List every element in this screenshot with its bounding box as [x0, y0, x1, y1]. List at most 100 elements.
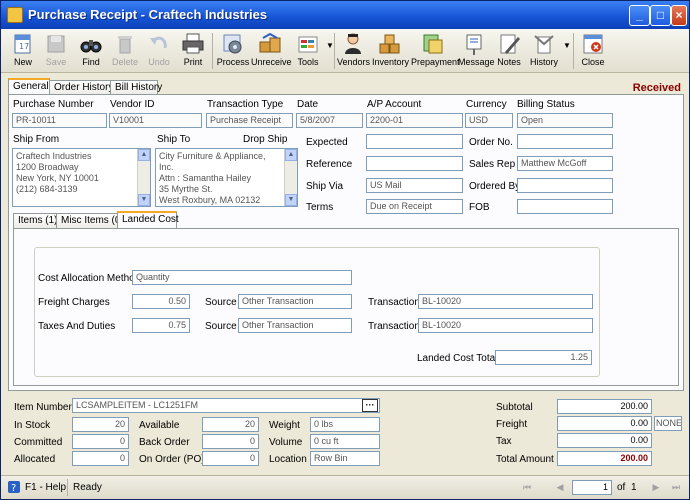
process-button[interactable]: Process	[216, 30, 250, 72]
ship-via-field[interactable]: US Mail	[366, 178, 463, 193]
scroll-down-icon[interactable]: ▼	[138, 194, 150, 206]
message-button[interactable]: Message	[458, 30, 495, 72]
ship-to-address[interactable]: City Furniture & Appliance, Inc. Attn : …	[155, 148, 298, 207]
tab-order-history[interactable]: Order History	[49, 80, 113, 95]
date-field[interactable]: 5/8/2007	[296, 113, 363, 128]
reference-field[interactable]	[366, 156, 463, 171]
help-hint[interactable]: F1 - Help	[25, 482, 66, 493]
save-button[interactable]: Save	[41, 30, 71, 72]
freight-charges-field[interactable]: 0.50	[132, 294, 190, 309]
ap-account-field[interactable]: 2200-01	[366, 113, 463, 128]
freight-transaction-field[interactable]: BL-10020	[418, 294, 593, 309]
notes-button[interactable]: Notes	[494, 30, 524, 72]
in-stock-field[interactable]: 20	[72, 417, 129, 432]
expected-field[interactable]	[366, 134, 463, 149]
tab-general[interactable]: General	[8, 78, 50, 95]
notes-pencil-icon	[500, 34, 520, 54]
total-amount-field[interactable]: 200.00	[557, 451, 652, 466]
ship-to-scrollbar[interactable]: ▲ ▼	[284, 149, 297, 206]
tab-items[interactable]: Items (1)	[13, 213, 57, 228]
ship-from-address[interactable]: Craftech Industries 1200 Broadway New Yo…	[12, 148, 151, 207]
item-number-field[interactable]: LCSAMPLEITEM - LC1251FM	[72, 398, 380, 413]
volume-field[interactable]: 0 cu ft	[310, 434, 380, 449]
scroll-down-icon[interactable]: ▼	[285, 194, 297, 206]
close-window-button[interactable]: ×	[671, 5, 687, 26]
vendors-label: Vendors	[337, 57, 371, 67]
taxes-duties-field[interactable]: 0.75	[132, 318, 190, 333]
svg-text:?: ?	[11, 483, 16, 494]
first-page-icon[interactable]: ⏮	[520, 480, 534, 494]
vendors-button[interactable]: Vendors	[337, 30, 371, 72]
tab-misc-items[interactable]: Misc Items (0)	[56, 213, 124, 228]
currency-field[interactable]: USD	[465, 113, 513, 128]
ship-via-label: Ship Via	[306, 181, 344, 192]
order-no-field[interactable]	[517, 134, 613, 149]
find-button[interactable]: Find	[76, 30, 106, 72]
title-bar[interactable]: Purchase Receipt - Craftech Industries _…	[1, 1, 689, 29]
taxes-duties-label: Taxes And Duties	[38, 321, 116, 332]
tab-bill-history[interactable]: Bill History	[110, 80, 162, 95]
transaction-type-field[interactable]: Purchase Receipt	[206, 113, 293, 128]
previous-page-icon[interactable]: ◀	[553, 480, 567, 494]
inventory-button[interactable]: Inventory	[372, 30, 409, 72]
print-button[interactable]: Print	[178, 30, 208, 72]
ordered-by-field[interactable]	[517, 178, 613, 193]
location-label: Location	[269, 454, 307, 465]
drop-ship-label[interactable]: Drop Ship	[243, 134, 287, 145]
undo-button[interactable]: Undo	[144, 30, 174, 72]
ship-from-scrollbar[interactable]: ▲ ▼	[137, 149, 150, 206]
gear-icon	[223, 34, 242, 54]
freight-source-field[interactable]: Other Transaction	[238, 294, 352, 309]
last-page-icon[interactable]: ⏭	[669, 480, 683, 494]
scroll-up-icon[interactable]: ▲	[285, 149, 297, 161]
purchase-number-label: Purchase Number	[13, 99, 94, 110]
billing-status-field[interactable]: Open	[517, 113, 613, 128]
ship-from-line: 1200 Broadway	[16, 162, 79, 172]
sales-rep-field[interactable]: Matthew McGoff	[517, 156, 613, 171]
maximize-button[interactable]: □	[650, 5, 671, 26]
tools-dropdown-arrow-icon[interactable]: ▼	[326, 41, 334, 50]
location-field[interactable]: Row Bin	[310, 451, 380, 466]
freight-tax-code-field[interactable]: NONE	[654, 416, 682, 431]
vendor-id-field[interactable]: V10001	[109, 113, 202, 128]
taxes-source-field[interactable]: Other Transaction	[238, 318, 352, 333]
allocated-field[interactable]: 0	[72, 451, 129, 466]
toolbar-separator	[334, 33, 335, 69]
back-order-field[interactable]: 0	[202, 434, 259, 449]
tools-button[interactable]: Tools	[293, 30, 323, 72]
subtotal-label: Subtotal	[496, 402, 533, 413]
history-button[interactable]: History	[527, 30, 561, 72]
scroll-up-icon[interactable]: ▲	[138, 149, 150, 161]
terms-field[interactable]: Due on Receipt	[366, 199, 463, 214]
item-lookup-button[interactable]: ···	[362, 399, 378, 412]
available-field[interactable]: 20	[202, 417, 259, 432]
subtotal-field[interactable]: 200.00	[557, 399, 652, 414]
new-button[interactable]: 17 New	[7, 30, 39, 72]
fob-field[interactable]	[517, 199, 613, 214]
date-label: Date	[297, 99, 319, 110]
delete-button[interactable]: Delete	[110, 30, 140, 72]
on-order-field[interactable]: 0	[202, 451, 259, 466]
toolbar-separator	[573, 33, 574, 69]
purchase-number-field[interactable]: PR-10011	[12, 113, 107, 128]
allocated-label: Allocated	[14, 454, 56, 465]
committed-field[interactable]: 0	[72, 434, 129, 449]
cost-allocation-method-field[interactable]: Quantity	[132, 270, 352, 285]
next-page-icon[interactable]: ▶	[649, 480, 663, 494]
unreceive-button[interactable]: Unreceive	[251, 30, 292, 72]
ship-from-line: (212) 684-3139	[16, 184, 78, 194]
freight-field[interactable]: 0.00	[557, 416, 652, 431]
page-number-input[interactable]: 1	[572, 480, 612, 495]
close-button[interactable]: Close	[578, 30, 608, 72]
unreceive-label: Unreceive	[251, 57, 292, 67]
notes-label: Notes	[497, 57, 521, 67]
taxes-transaction-field[interactable]: BL-10020	[418, 318, 593, 333]
history-dropdown-arrow-icon[interactable]: ▼	[563, 41, 571, 50]
minimize-button[interactable]: _	[629, 5, 650, 26]
tab-landed-cost[interactable]: Landed Cost	[117, 211, 179, 228]
tax-field[interactable]: 0.00	[557, 433, 652, 448]
landed-cost-total-field[interactable]: 1.25	[495, 350, 592, 365]
prepayment-icon	[423, 34, 443, 54]
prepayment-button[interactable]: Prepayment	[411, 30, 460, 72]
weight-field[interactable]: 0 lbs	[310, 417, 380, 432]
